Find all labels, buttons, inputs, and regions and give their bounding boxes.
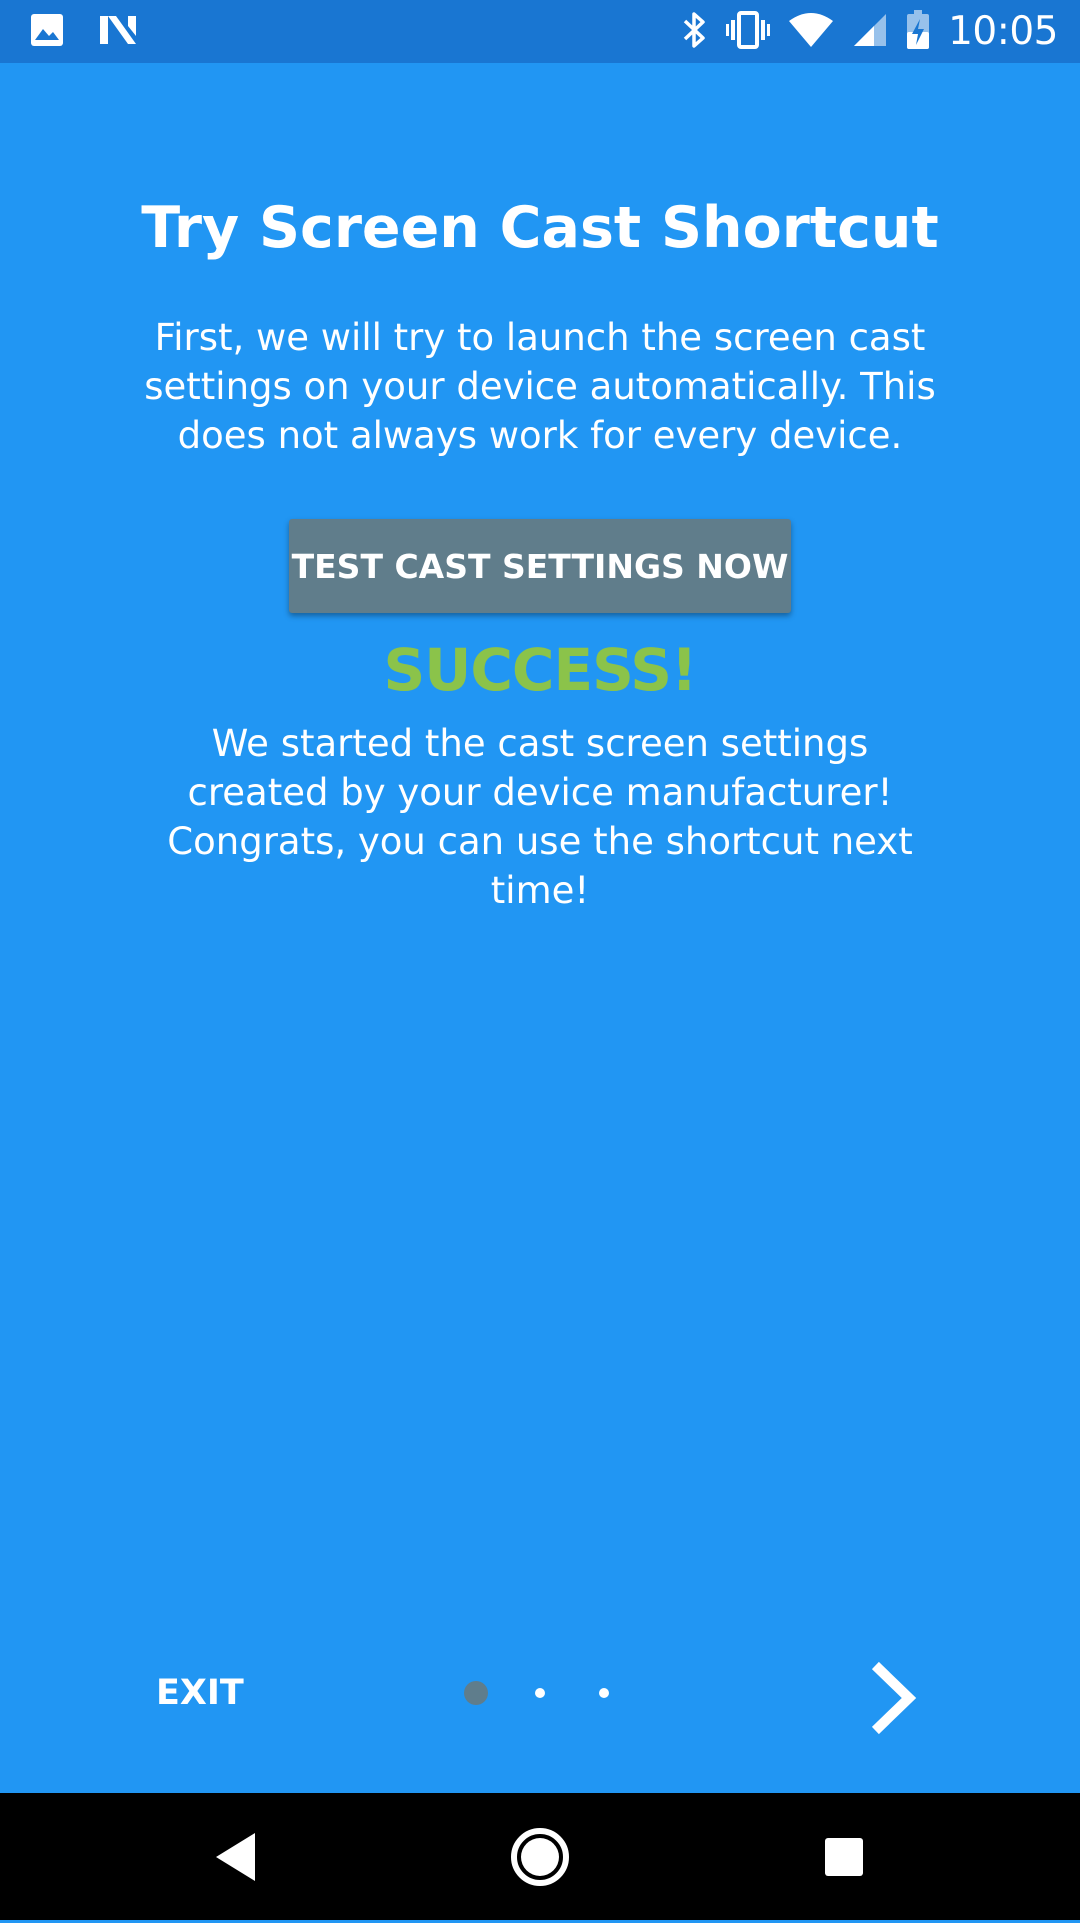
n-notification-icon [98,14,138,50]
page-dot [599,1688,609,1698]
navigation-bar [0,1793,1080,1920]
back-button[interactable] [156,1793,316,1920]
recents-button[interactable] [764,1793,924,1920]
status-time: 10:05 [948,9,1058,54]
success-message: We started the cast screen settings crea… [167,722,913,912]
onboarding-page: Try Screen Cast Shortcut First, we will … [0,63,1080,1793]
home-button[interactable] [460,1793,620,1920]
battery-charging-icon [906,10,930,54]
bluetooth-icon [682,10,708,54]
back-icon [156,1833,316,1923]
test-cast-settings-button[interactable]: TEST CAST SETTINGS NOW [289,519,791,613]
page-title: Try Screen Cast Shortcut [141,195,939,261]
vibrate-icon [726,10,771,54]
status-right-icons: 10:05 [682,8,1058,56]
status-bar: 10:05 [0,0,1080,63]
recents-icon [764,1838,924,1923]
page-dot [535,1688,545,1698]
success-title: SUCCESS! [383,636,697,704]
gallery-icon [30,13,64,51]
page-dot-active [464,1681,488,1705]
exit-button[interactable]: EXIT [136,1653,286,1733]
status-left-icons [30,12,138,52]
description-text: First, we will try to launch the screen … [144,316,936,457]
home-icon [460,1828,620,1923]
cell-signal-icon [852,12,888,52]
wifi-icon [788,12,834,52]
page-indicator [460,1675,620,1711]
next-button[interactable] [850,1643,940,1753]
chevron-right-icon [850,1661,940,1756]
